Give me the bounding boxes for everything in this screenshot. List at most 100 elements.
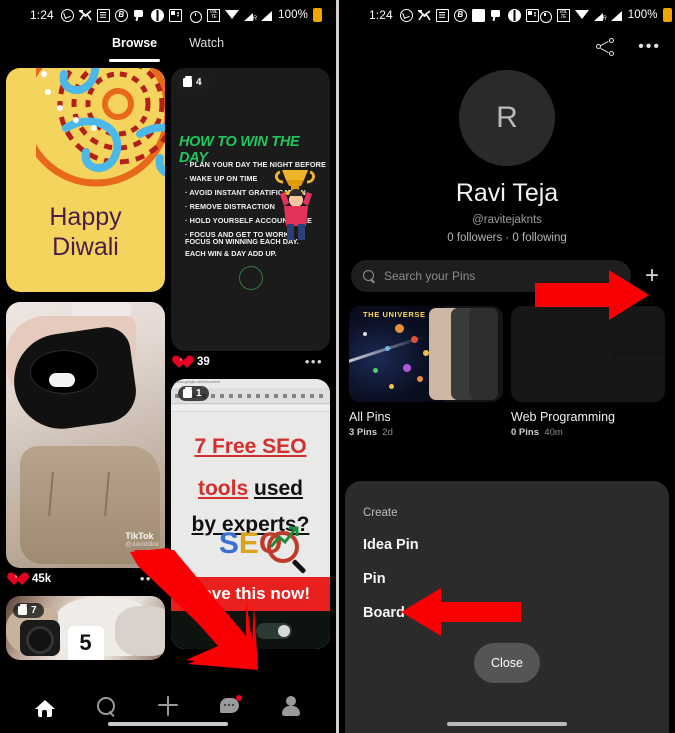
heart-icon[interactable]	[175, 355, 190, 369]
volte-icon: VoL TE	[556, 8, 570, 22]
pin-count-badge: 4	[178, 75, 209, 90]
call-icon	[417, 9, 431, 22]
whatsapp-icon	[60, 8, 74, 22]
pin-icon	[490, 9, 503, 22]
profile-nav-icon[interactable]	[280, 695, 302, 717]
wifi-icon	[574, 9, 589, 21]
home-nav-icon[interactable]	[34, 695, 56, 718]
mandala-graphic	[36, 68, 165, 187]
wifi-icon	[225, 9, 240, 21]
document-icon	[96, 8, 110, 22]
board-name: All Pins	[349, 410, 391, 424]
messages-nav-icon[interactable]	[219, 695, 242, 717]
earbud-case-shape	[30, 350, 98, 394]
heart-icon[interactable]	[10, 572, 25, 586]
pin-card-win-the-day[interactable]: 4 HOW TO WIN THE DAY PLAN YOUR DAY THE N…	[171, 68, 330, 369]
badge-count: 1	[196, 388, 202, 399]
status-left-icons: B	[60, 8, 182, 22]
alarm-icon	[539, 9, 552, 23]
arrow-to-add-board-plus	[535, 270, 651, 320]
like-count: 45k	[32, 573, 52, 585]
pin-card-tiktok-shoe[interactable]: TikTok @daviddkw 45k •••	[6, 302, 165, 586]
b-circle-icon: B	[453, 8, 467, 22]
profile-handle: @ravitejaknts	[472, 214, 542, 226]
gesture-bar	[108, 722, 228, 726]
board-web-programming[interactable]: Web Programming 0 Pins 40m	[511, 306, 665, 438]
board-updated: 2d	[382, 427, 393, 438]
profile-top-bar: •••	[339, 30, 675, 64]
board-pin-count: 3 Pins	[349, 427, 377, 438]
tab-browse[interactable]: Browse	[108, 36, 161, 62]
board-pin-count: 0 Pins	[511, 427, 539, 438]
lace-shape	[48, 472, 110, 516]
image-icon	[471, 8, 485, 22]
signal-icon	[261, 9, 273, 21]
badge-count: 4	[196, 77, 202, 88]
seo-title-line-1: 7 Free SEO	[194, 435, 307, 458]
board-name: Web Programming	[511, 410, 615, 424]
growth-arrow-icon	[269, 526, 299, 548]
avatar[interactable]: R	[459, 70, 555, 166]
news-icon	[168, 8, 182, 22]
news-icon	[525, 8, 539, 22]
left-phone-screen: 1:24 B VoL TE R 100% Browse Watch Happy …	[0, 0, 336, 733]
gesture-bar	[447, 722, 567, 726]
create-option-pin[interactable]: Pin	[363, 571, 651, 587]
profile-stats: 0 followers · 0 following	[447, 232, 567, 244]
battery-icon	[662, 8, 672, 22]
screenshot-stage: 1:24 B VoL TE R 100% Browse Watch Happy …	[0, 0, 675, 733]
board-meta: 3 Pins 2d	[349, 427, 503, 438]
search-icon	[363, 270, 375, 282]
overflow-menu-icon[interactable]: •••	[305, 355, 323, 368]
doc-ruler	[171, 405, 330, 412]
right-phone-screen: 1:24 B VoL TE R 100% ••• R Ravi Teja @ra…	[339, 0, 675, 733]
stack-icon	[18, 604, 27, 615]
board-thumbnail: THE UNIVERSE	[349, 306, 503, 402]
thumb-cell	[511, 306, 613, 402]
badge-count: 7	[31, 605, 37, 616]
profile-name: Ravi Teja	[455, 179, 559, 207]
whatsapp-icon	[399, 8, 413, 22]
signal-r-icon: R	[244, 9, 257, 22]
trophy-person-illustration	[274, 170, 316, 240]
stacked-page-3	[469, 308, 499, 400]
stack-icon	[183, 387, 192, 398]
volte-icon: VoL TE	[207, 8, 221, 22]
globe-icon	[150, 8, 164, 22]
create-sheet-header: Create	[363, 507, 398, 519]
board-all-pins[interactable]: THE UNIVERSE All Pins 3 Pins 2d	[349, 306, 503, 438]
search-nav-icon[interactable]	[95, 695, 117, 717]
battery-percent: 100%	[627, 9, 658, 21]
diwali-line-1: Happy	[49, 203, 122, 231]
call-icon	[78, 9, 92, 22]
status-left-icons: B	[399, 8, 539, 22]
pin-meta-win-the-day: 39 •••	[171, 351, 330, 369]
battery-icon	[313, 8, 322, 22]
status-time: 1:24	[30, 8, 54, 22]
diwali-greeting: Happy Diwali	[6, 202, 165, 262]
close-button[interactable]: Close	[474, 643, 540, 683]
camera-shape	[20, 620, 60, 656]
seo-title-used: used	[254, 477, 304, 500]
pin-image-win-the-day[interactable]: 4 HOW TO WIN THE DAY PLAN YOUR DAY THE N…	[171, 68, 330, 351]
pin-count-badge: 1	[178, 386, 209, 401]
right-status-bar: 1:24 B VoL TE R 100%	[339, 0, 675, 30]
create-option-idea-pin[interactable]: Idea Pin	[363, 537, 651, 553]
pin-image-tiktok-shoe[interactable]: TikTok @daviddkw	[6, 302, 165, 568]
toggle-switch[interactable]	[256, 623, 292, 639]
globe-icon	[507, 8, 521, 22]
board-meta: 0 Pins 40m	[511, 427, 665, 438]
tab-watch[interactable]: Watch	[189, 36, 224, 60]
board-updated: 40m	[544, 427, 563, 438]
pin-card-diwali[interactable]: Happy Diwali	[6, 68, 165, 292]
overflow-menu-icon[interactable]: •••	[638, 39, 661, 55]
search-placeholder: Search your Pins	[384, 269, 476, 283]
share-icon[interactable]	[596, 38, 615, 56]
pin-image-diwali[interactable]: Happy Diwali	[6, 68, 165, 292]
overlay-number: 5	[67, 626, 104, 660]
feed-tabs: Browse Watch	[0, 30, 336, 62]
universe-poster-title: THE UNIVERSE	[363, 310, 426, 319]
b-circle-icon: B	[114, 8, 128, 22]
create-nav-icon[interactable]	[157, 695, 179, 717]
document-icon	[435, 8, 449, 22]
